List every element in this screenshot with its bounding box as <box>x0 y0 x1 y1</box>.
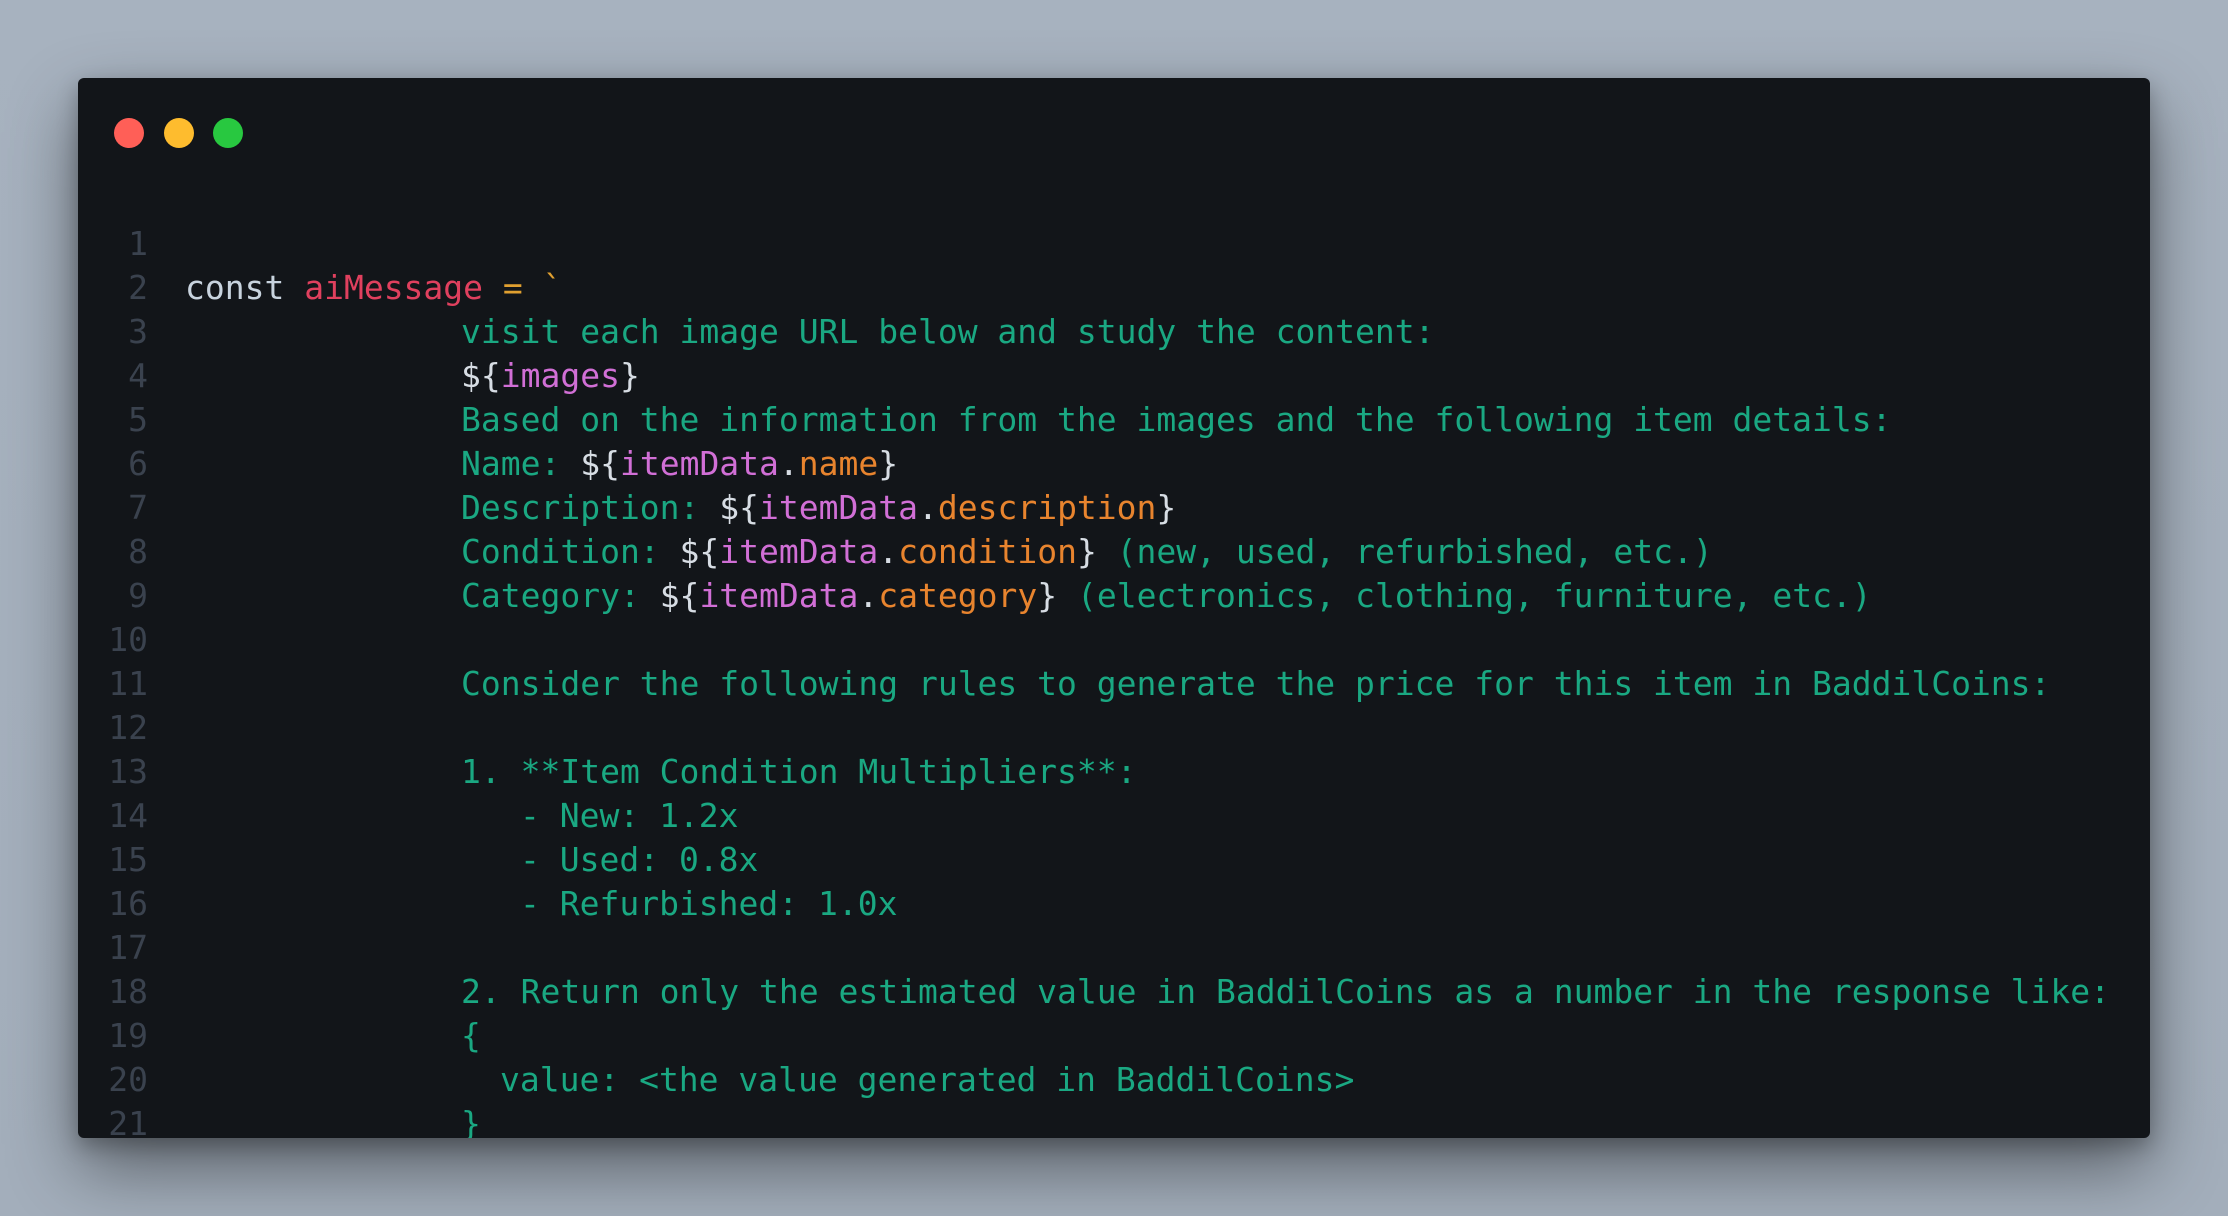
code-line: 19 value: <the value generated in Baddil… <box>78 970 2150 1099</box>
code-line: 15 - Refurbished: 1.0x <box>78 794 2150 923</box>
code-line: 8 Category: ${itemData.category} (electr… <box>78 486 2150 615</box>
code-editor[interactable]: 1 const aiMessage = ` 2 visit each image… <box>78 178 2150 1138</box>
code-line: 4 Based on the information from the imag… <box>78 310 2150 439</box>
code-line: 13 - New: 1.2x <box>78 706 2150 835</box>
window-titlebar <box>78 78 2150 178</box>
code-line: 16 <box>78 838 2150 923</box>
maximize-button[interactable] <box>213 118 243 148</box>
code-line: 6 Description: ${itemData.description} <box>78 398 2150 527</box>
code-line: 9 <box>78 530 2150 615</box>
code-line: 10 Consider the following rules to gener… <box>78 574 2150 703</box>
code-line: 17 2. Return only the estimated value in… <box>78 882 2150 1011</box>
code-line: 3 ${images} <box>78 266 2150 395</box>
code-window: 1 const aiMessage = ` 2 visit each image… <box>78 78 2150 1138</box>
code-line: 1 const aiMessage = ` <box>78 178 2150 307</box>
code-line: 7 Condition: ${itemData.condition} (new,… <box>78 442 2150 571</box>
close-button[interactable] <box>114 118 144 148</box>
code-line: 18 { <box>78 926 2150 1055</box>
code-line: 11 <box>78 618 2150 703</box>
code-line: 21 `; <box>78 1058 2150 1138</box>
code-line: 5 Name: ${itemData.name} <box>78 354 2150 483</box>
line-number: 21 <box>108 1104 148 1138</box>
code-line: 2 visit each image URL below and study t… <box>78 222 2150 351</box>
code-line: 20 } <box>78 1014 2150 1138</box>
minimize-button[interactable] <box>164 118 194 148</box>
code-line: 14 - Used: 0.8x <box>78 750 2150 879</box>
code-line: 12 1. **Item Condition Multipliers**: <box>78 662 2150 791</box>
line-content: } <box>461 1104 481 1138</box>
